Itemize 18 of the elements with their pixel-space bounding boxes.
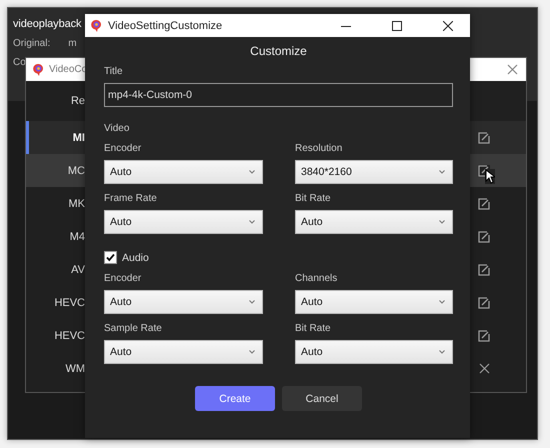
field-label: Encoder <box>104 143 142 154</box>
checkbox-label: Audio <box>122 252 149 264</box>
field-label: Bit Rate <box>295 323 332 334</box>
dialog-title: VideoSettingCustomize <box>108 20 222 32</box>
section-label: Video <box>104 123 130 134</box>
field-label: Sample Rate <box>104 323 163 334</box>
field-label: Bit Rate <box>295 193 332 204</box>
column-header: Re <box>70 95 85 107</box>
field-label: Resolution <box>295 143 344 154</box>
field-label: Frame Rate <box>104 193 158 204</box>
original-value: m <box>68 38 77 49</box>
field-label: Channels <box>295 273 338 284</box>
dialog-heading: Customize <box>249 44 308 58</box>
converted-label: Co <box>13 57 26 68</box>
field-label: Title <box>104 66 124 77</box>
field-label: Encoder <box>104 273 142 284</box>
window-title: videoplayback <box>13 18 82 30</box>
original-label: Original: <box>13 38 50 49</box>
